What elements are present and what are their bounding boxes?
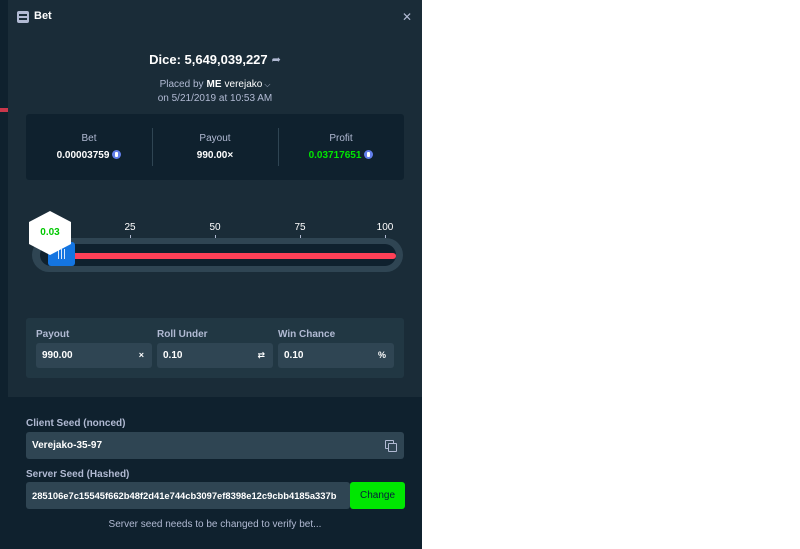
payout-label: Payout [36, 329, 70, 340]
stat-payout-label: Payout [199, 133, 231, 144]
stat-profit: Profit 0.03717651 [278, 114, 404, 180]
stat-payout: Payout 990.00× [152, 114, 278, 180]
stat-profit-value: 0.03717651 [308, 150, 362, 161]
roll-under-input[interactable]: 0.10 ⇄ [157, 343, 273, 368]
copy-icon[interactable] [385, 440, 397, 452]
share-icon[interactable]: ➦ [272, 53, 281, 66]
stat-bet-value: 0.00003759 [56, 150, 110, 161]
bet-date: on 5/21/2019 at 10:53 AM [157, 93, 273, 104]
payout-input-value: 990.00 [42, 350, 73, 361]
placed-by-label: Placed by [159, 79, 204, 90]
game-title: Dice: 5,649,039,227 [149, 52, 268, 67]
bet-slip-icon [17, 11, 29, 23]
chevron-down-icon[interactable]: ⌵ [264, 80, 270, 89]
slider-tick-label: 100 [376, 222, 394, 233]
game-title-row: Dice: 5,649,039,227 ➦ [8, 52, 422, 67]
stat-bet-value-row: 0.00003759 [26, 150, 152, 161]
modal-title: Bet [34, 10, 52, 22]
close-icon[interactable]: ✕ [402, 10, 412, 24]
roll-under-input-value: 0.10 [163, 350, 183, 361]
client-seed-value: Verejako-35-97 [32, 440, 103, 451]
server-seed-value: 285106e7c15545f662b48f2d41e744cb3097ef83… [32, 490, 337, 501]
percent-icon: % [377, 350, 386, 360]
slider-tick-label: 25 [124, 222, 136, 233]
ethereum-coin-icon [112, 150, 122, 159]
slider-tick-label: 50 [209, 222, 221, 233]
client-seed-field[interactable]: Verejako-35-97 [26, 432, 404, 459]
win-chance-input[interactable]: 0.10 % [278, 343, 394, 368]
server-seed-label: Server Seed (Hashed) [26, 469, 130, 480]
slider-lose-range [48, 253, 396, 259]
grip-line [61, 249, 62, 259]
bet-stats-panel: Bet 0.00003759 Payout 990.00× Profit 0.0… [26, 114, 404, 180]
server-seed-field[interactable]: 285106e7c15545f662b48f2d41e744cb3097ef83… [26, 482, 350, 509]
me-badge: ME [206, 79, 222, 90]
stat-payout-value: 990.00× [196, 150, 234, 161]
stat-bet: Bet 0.00003759 [26, 114, 152, 180]
ethereum-coin-icon [364, 150, 374, 159]
slider-tick-label: 75 [294, 222, 306, 233]
stat-profit-value-row: 0.03717651 [278, 150, 404, 161]
placed-by-row: Placed by ME verejako ⌵ [8, 79, 422, 90]
stat-profit-label: Profit [329, 133, 353, 144]
client-seed-label: Client Seed (nonced) [26, 418, 126, 429]
bet-modal: Bet ✕ Dice: 5,649,039,227 ➦ Placed by ME ve… [8, 0, 422, 549]
stat-bet-label: Bet [81, 133, 97, 144]
username-link[interactable]: verejako [225, 79, 263, 90]
roll-under-label: Roll Under [157, 329, 208, 340]
seed-note: Server seed needs to be changed to verif… [108, 519, 322, 530]
modal-header: Bet ✕ [8, 0, 422, 36]
win-chance-input-value: 0.10 [284, 350, 304, 361]
multiplier-icon: × [138, 350, 144, 360]
grip-line [64, 249, 65, 259]
result-value: 0.03 [40, 227, 60, 238]
change-seed-button[interactable]: Change [350, 482, 405, 509]
screen: Bet ✕ Dice: 5,649,039,227 ➦ Placed by ME ve… [0, 0, 800, 549]
swap-icon[interactable]: ⇄ [257, 350, 265, 361]
payout-input[interactable]: 990.00 × [36, 343, 152, 368]
win-chance-label: Win Chance [278, 329, 336, 340]
